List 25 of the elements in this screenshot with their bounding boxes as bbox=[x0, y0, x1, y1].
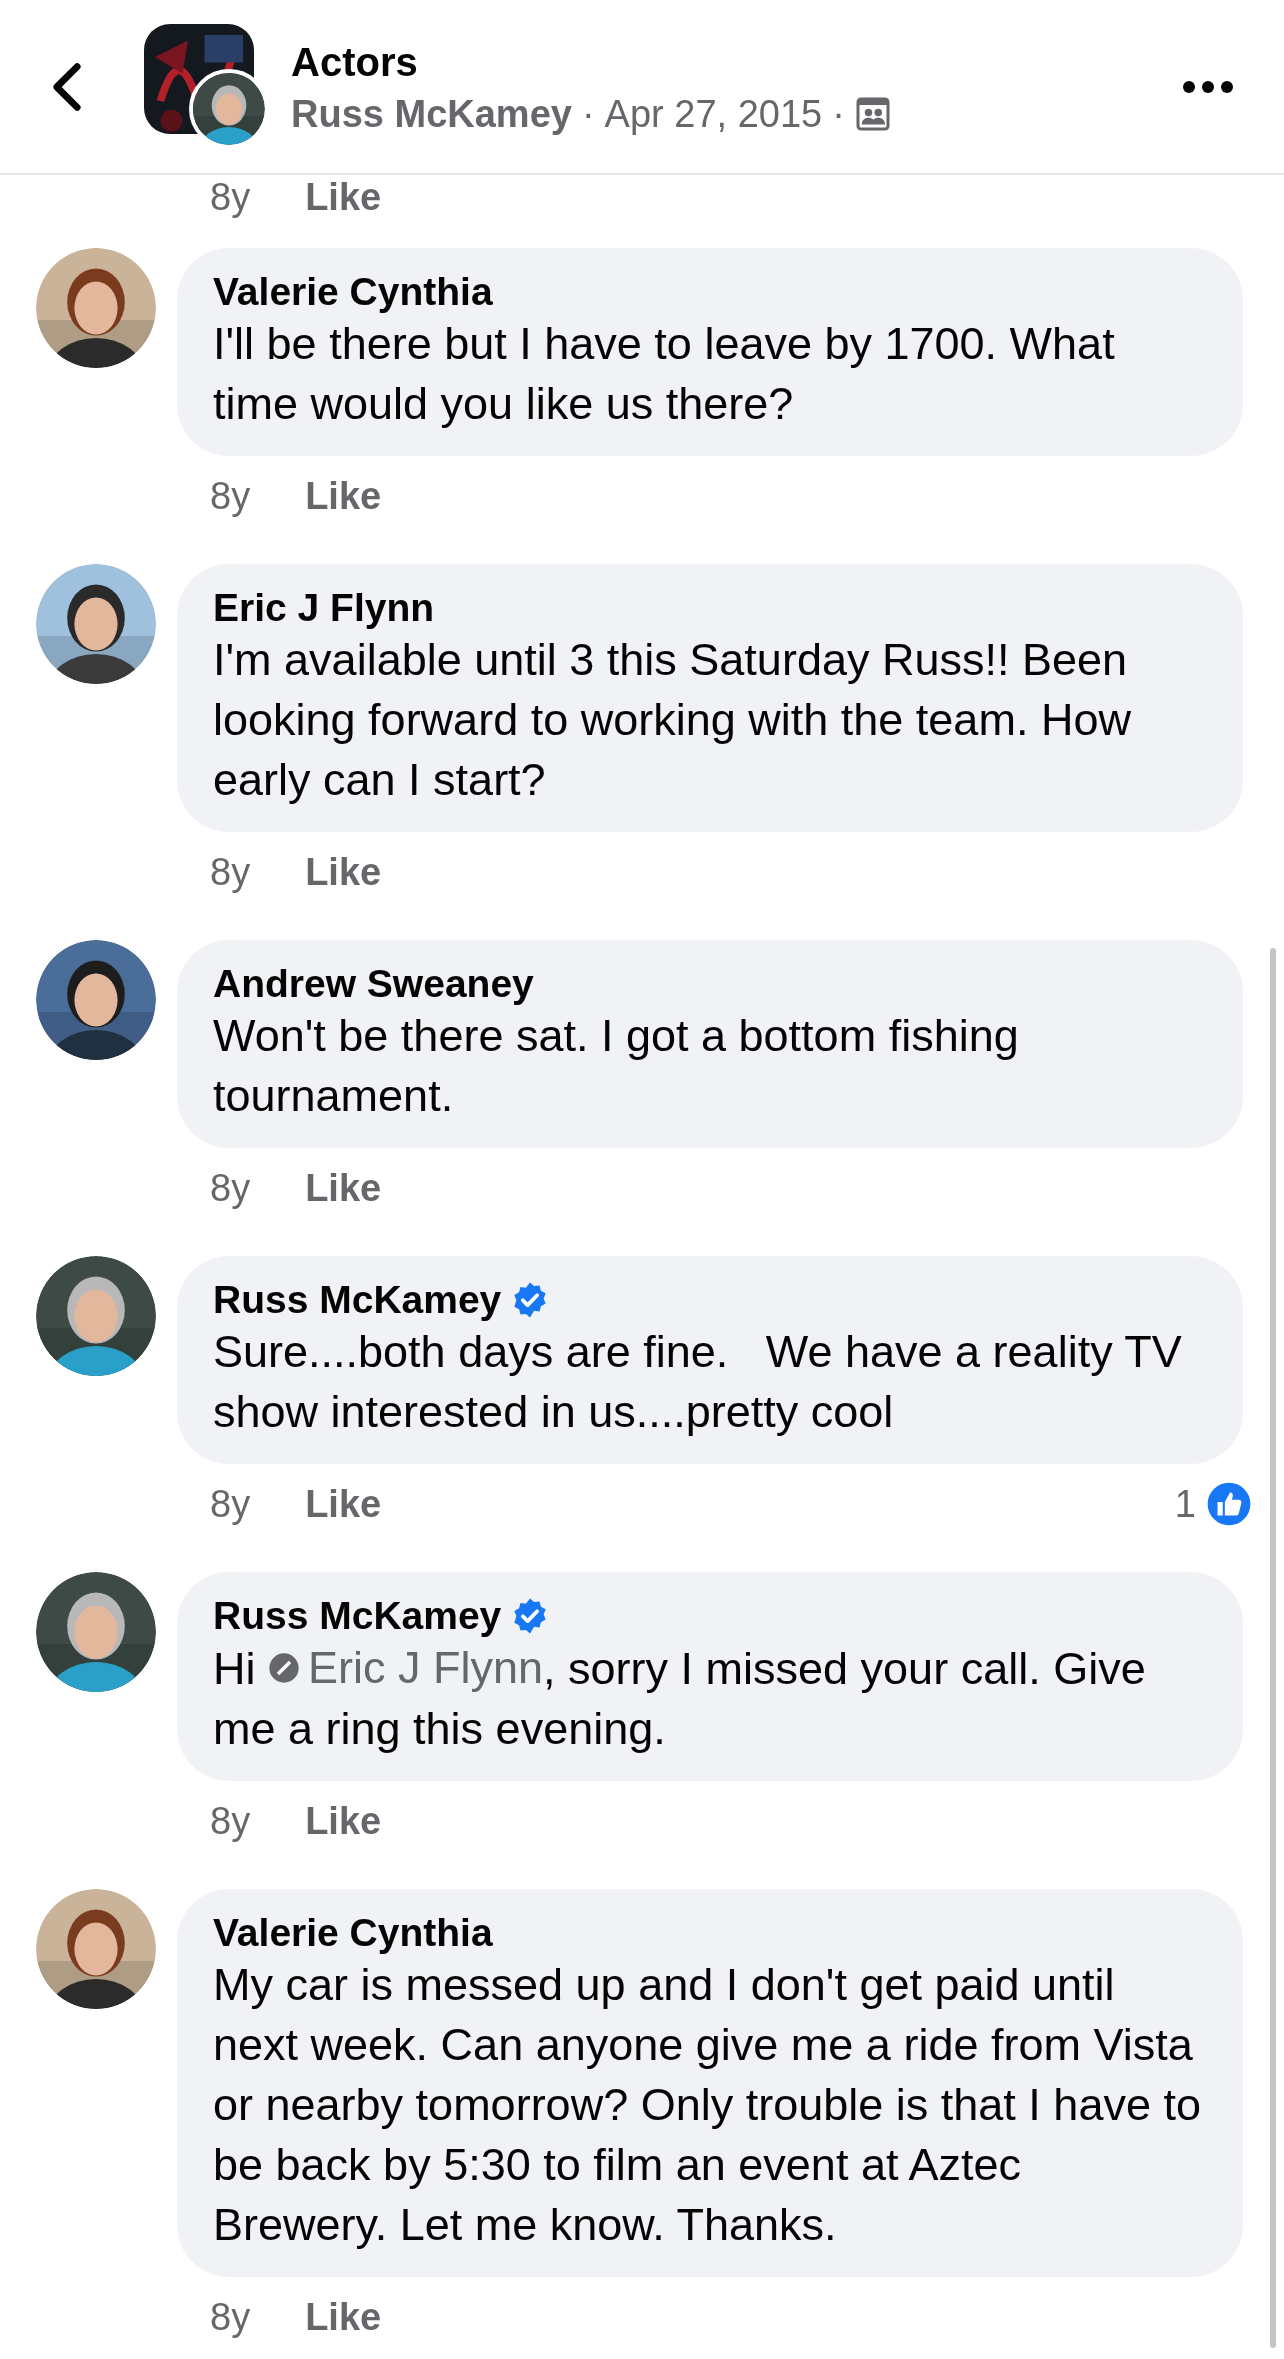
like-button[interactable]: Like bbox=[305, 1159, 382, 1217]
like-button[interactable]: Like bbox=[305, 1792, 382, 1850]
comment-time: 8y bbox=[210, 473, 251, 519]
comment-time: 8y bbox=[210, 174, 251, 220]
comment-time: 8y bbox=[210, 1481, 251, 1527]
back-icon[interactable] bbox=[50, 60, 84, 113]
author-name[interactable]: Russ McKamey bbox=[291, 91, 572, 136]
comment-time: 8y bbox=[210, 849, 251, 895]
comment-time: 8y bbox=[210, 2294, 251, 2340]
comment-time: 8y bbox=[210, 1798, 251, 1844]
separator: · bbox=[832, 91, 845, 136]
like-button[interactable]: Like bbox=[305, 168, 382, 226]
group-icon bbox=[854, 95, 891, 132]
mention-icon bbox=[268, 1652, 300, 1684]
like-reaction-icon bbox=[1204, 1479, 1254, 1529]
group-title: Actors bbox=[291, 38, 419, 86]
like-button[interactable]: Like bbox=[305, 843, 382, 901]
like-button[interactable]: Like bbox=[305, 467, 382, 525]
reaction-count: 1 bbox=[1174, 1481, 1196, 1527]
like-button[interactable]: Like bbox=[305, 1475, 382, 1533]
post-date: Apr 27, 2015 bbox=[604, 91, 823, 136]
separator: · bbox=[581, 91, 595, 136]
comment-time: 8y bbox=[210, 1165, 251, 1211]
like-button[interactable]: Like bbox=[305, 2288, 382, 2346]
more-icon[interactable] bbox=[1182, 79, 1234, 94]
